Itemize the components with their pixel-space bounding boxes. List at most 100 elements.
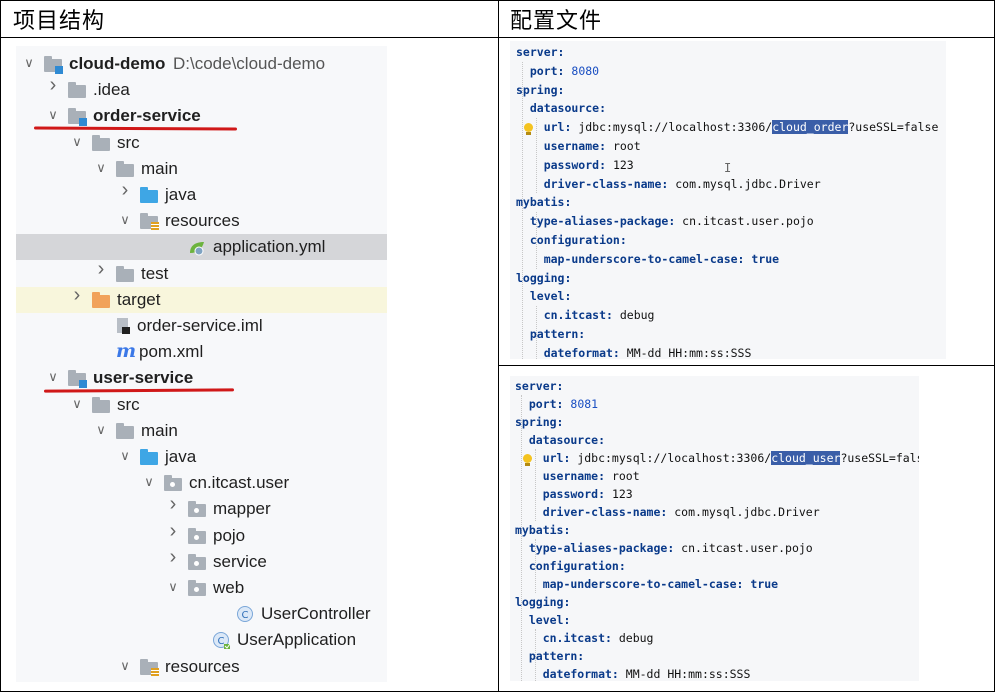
yaml-line[interactable]: password: 123 (515, 487, 633, 501)
chevron-down-icon[interactable]: ∨ (94, 160, 108, 176)
selected-database-name: cloud_user (771, 451, 841, 465)
tree-item-label: pom.xml (139, 342, 204, 362)
chevron-down-icon[interactable]: ∨ (70, 134, 84, 150)
yaml-line[interactable]: spring: (515, 415, 563, 429)
yaml-key: cn.itcast: (516, 308, 620, 323)
tree-item-order-service[interactable]: ∨ order-service (16, 103, 387, 129)
tree-item-order-service-iml[interactable]: order-service.iml (16, 313, 387, 339)
tree-item-service[interactable]: › service (16, 547, 387, 575)
tree-item-main[interactable]: ∨ main (16, 418, 387, 444)
yaml-line[interactable]: port: 8080 (516, 64, 599, 78)
chevron-right-icon[interactable]: › (70, 285, 84, 305)
yaml-value: root (611, 469, 640, 483)
package-icon (188, 527, 206, 544)
chevron-down-icon[interactable]: ∨ (22, 55, 36, 71)
tree-item-usercontroller[interactable]: C UserController (16, 601, 387, 627)
tree-item-idea[interactable]: › .idea (16, 75, 387, 103)
yaml-line[interactable]: url: jdbc:mysql://localhost:3306/cloud_o… (516, 120, 939, 135)
yaml-line[interactable]: datasource: (515, 433, 605, 447)
yaml-key: password: (516, 157, 613, 172)
yaml-line[interactable]: dateformat: MM-dd HH:mm:ss:SSS (516, 346, 752, 359)
tree-item-label: UserApplication (237, 630, 357, 650)
chevron-down-icon[interactable]: ∨ (94, 422, 108, 438)
tree-item-src[interactable]: ∨ src (16, 392, 387, 418)
yaml-line[interactable]: pattern: (515, 649, 584, 663)
tree-item-cloud-demo[interactable]: ∨ cloud-demo D:\code\cloud-demo (16, 51, 387, 77)
lightbulb-icon[interactable] (523, 454, 532, 466)
tree-item-resources[interactable]: ∨ resources (16, 654, 387, 680)
chevron-right-icon[interactable]: › (166, 547, 180, 567)
yaml-line[interactable]: configuration: (516, 233, 627, 247)
yaml-line[interactable]: driver-class-name: com.mysql.jdbc.Driver (515, 505, 820, 519)
chevron-down-icon[interactable]: ∨ (166, 579, 180, 595)
yaml-line[interactable]: configuration: (515, 559, 626, 573)
package-icon (164, 475, 182, 492)
yaml-value: com.mysql.jdbc.Driver (675, 176, 821, 191)
yaml-line[interactable]: server: (515, 379, 563, 393)
yaml-key: configuration: (515, 559, 626, 573)
chevron-down-icon[interactable]: ∨ (118, 658, 132, 674)
yaml-line[interactable]: port: 8081 (515, 397, 598, 411)
yaml-line[interactable]: password: 123 (516, 158, 634, 172)
yaml-line[interactable]: pattern: (516, 327, 585, 341)
tree-item-main[interactable]: ∨ main (16, 156, 387, 182)
yaml-line[interactable]: type-aliases-package: cn.itcast.user.poj… (515, 541, 813, 555)
chevron-right-icon[interactable]: › (166, 521, 180, 541)
chevron-right-icon[interactable]: › (46, 75, 60, 95)
tree-item-user-service[interactable]: ∨ user-service (16, 365, 387, 391)
yaml-line[interactable]: server: (516, 45, 564, 59)
tree-item-pom-xml[interactable]: m pom.xml (16, 339, 387, 365)
yaml-value: ?useSSL=false (848, 120, 939, 135)
chevron-down-icon[interactable]: ∨ (118, 448, 132, 464)
tree-item-resources[interactable]: ∨ resources (16, 208, 387, 234)
tree-item-java[interactable]: ∨ java (16, 444, 387, 470)
yaml-line[interactable]: url: jdbc:mysql://localhost:3306/cloud_u… (515, 451, 919, 465)
tree-item-application-yml[interactable]: application.yml (16, 234, 387, 261)
tree-item-src[interactable]: ∨ src (16, 130, 387, 156)
yaml-line[interactable]: logging: (515, 595, 570, 609)
chevron-right-icon[interactable]: › (166, 494, 180, 514)
yaml-line[interactable]: username: root (515, 469, 640, 483)
yaml-line[interactable]: cn.itcast: debug (515, 631, 654, 645)
resources-badge-icon (151, 222, 159, 231)
tree-item-mapper[interactable]: › mapper (16, 494, 387, 522)
chevron-down-icon[interactable]: ∨ (70, 396, 84, 412)
yaml-line[interactable]: cn.itcast: debug (516, 308, 655, 323)
yaml-line[interactable]: driver-class-name: com.mysql.jdbc.Driver (516, 177, 821, 191)
yaml-line[interactable]: level: (516, 289, 572, 303)
folder-icon (116, 422, 134, 439)
yaml-value: cn.itcast.user.pojo (682, 214, 814, 229)
tree-item-test[interactable]: › test (16, 259, 387, 287)
tree-item-java[interactable]: › java (16, 180, 387, 208)
header-project-structure: 项目结构 (13, 8, 106, 33)
chevron-down-icon[interactable]: ∨ (118, 212, 132, 228)
chevron-down-icon[interactable]: ∨ (46, 369, 60, 385)
yaml-line[interactable]: mybatis: (516, 195, 571, 209)
chevron-right-icon[interactable]: › (118, 180, 132, 200)
tree-item-userapplication[interactable]: C UserApplication (16, 627, 387, 653)
yaml-line[interactable]: type-aliases-package: cn.itcast.user.poj… (516, 214, 814, 228)
chevron-right-icon[interactable]: › (94, 259, 108, 279)
tree-item-label: UserController (261, 604, 371, 624)
yaml-line[interactable]: map-underscore-to-camel-case: true (515, 577, 778, 591)
tree-item-pojo[interactable]: › pojo (16, 521, 387, 549)
yaml-line[interactable]: map-underscore-to-camel-case: true (516, 252, 779, 266)
tree-item-web[interactable]: ∨ web (16, 575, 387, 601)
table-column-divider (498, 0, 499, 692)
yaml-line[interactable]: mybatis: (515, 523, 570, 537)
tree-item-cn-itcast-user[interactable]: ∨ cn.itcast.user (16, 470, 387, 496)
tree-item-label: cloud-demo (69, 54, 166, 73)
tree-item-label: main (141, 158, 178, 178)
yaml-value: jdbc:mysql://localhost:3306/ (577, 451, 772, 465)
yaml-line[interactable]: spring: (516, 83, 564, 97)
folder-icon (140, 187, 158, 203)
yaml-line[interactable]: datasource: (516, 101, 606, 115)
chevron-down-icon[interactable]: ∨ (142, 474, 156, 490)
yaml-line[interactable]: dateformat: MM-dd HH:mm:ss:SSS (515, 667, 751, 681)
yaml-value: 123 (611, 487, 633, 501)
yaml-line[interactable]: username: root (516, 139, 641, 153)
yaml-line[interactable]: logging: (516, 271, 571, 285)
chevron-down-icon[interactable]: ∨ (46, 107, 60, 123)
yaml-line[interactable]: level: (515, 613, 571, 627)
tree-item-target[interactable]: › target (16, 285, 387, 313)
